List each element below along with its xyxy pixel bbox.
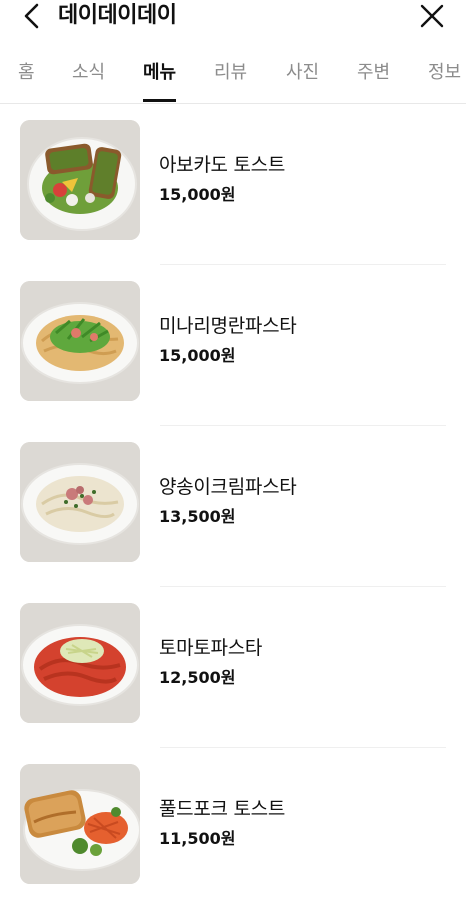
menu-item-photo <box>20 442 140 562</box>
tab-label: 메뉴 <box>143 62 177 83</box>
menu-item-price: 15,000원 <box>159 346 236 365</box>
menu-item[interactable]: 아보카도 토스트 15,000원 <box>0 104 466 265</box>
avocado-toast-photo <box>20 120 140 240</box>
tab-label: 사진 <box>286 62 320 83</box>
active-tab-indicator <box>143 99 177 102</box>
page-title: 데이데이데이 <box>58 3 177 28</box>
tab-reviews[interactable]: 리뷰 <box>214 60 247 104</box>
tab-info[interactable]: 정보 <box>428 60 461 104</box>
tab-label: 주변 <box>357 62 391 83</box>
menu-item-name: 미나리명란파스타 <box>159 315 297 337</box>
pulled-pork-toast-photo <box>20 764 140 884</box>
menu-item-name: 양송이크림파스타 <box>159 476 297 498</box>
cream-pasta-photo <box>20 442 140 562</box>
tab-label: 소식 <box>72 62 106 83</box>
chevron-left-icon <box>24 3 39 29</box>
tab-label: 홈 <box>18 62 35 83</box>
menu-item[interactable]: 토마토파스타 12,500원 <box>0 587 466 748</box>
menu-item-photo <box>20 281 140 401</box>
top-bar: 데이데이데이 <box>0 0 466 34</box>
close-button[interactable] <box>414 0 450 32</box>
menu-item-photo <box>20 764 140 884</box>
close-icon <box>420 4 444 28</box>
menu-item-photo <box>20 603 140 723</box>
tab-bar: 홈 소식 메뉴 리뷰 사진 주변 정보 <box>0 48 466 104</box>
menu-item-name: 토마토파스타 <box>159 637 263 659</box>
menu-item-name: 풀드포크 토스트 <box>159 798 286 820</box>
menu-item[interactable]: 양송이크림파스타 13,500원 <box>0 426 466 587</box>
menu-item-price: 12,500원 <box>159 668 236 687</box>
tab-home[interactable]: 홈 <box>18 60 35 104</box>
menu-list: 아보카도 토스트 15,000원 미나리명란파스타 15,000원 양송이크림파… <box>0 104 466 909</box>
menu-item-price: 13,500원 <box>159 507 236 526</box>
menu-item-name: 아보카도 토스트 <box>159 154 286 176</box>
tab-news[interactable]: 소식 <box>72 60 105 104</box>
menu-item-photo <box>20 120 140 240</box>
tab-menu[interactable]: 메뉴 <box>143 60 177 104</box>
tab-label: 리뷰 <box>214 62 248 83</box>
back-button[interactable] <box>14 0 50 32</box>
tab-nearby[interactable]: 주변 <box>357 60 390 104</box>
tab-label: 정보 <box>428 62 462 83</box>
menu-item[interactable]: 풀드포크 토스트 11,500원 <box>0 748 466 909</box>
tomato-pasta-photo <box>20 603 140 723</box>
menu-item[interactable]: 미나리명란파스타 15,000원 <box>0 265 466 426</box>
tab-photos[interactable]: 사진 <box>286 60 319 104</box>
menu-item-price: 11,500원 <box>159 829 236 848</box>
minari-pasta-photo <box>20 281 140 401</box>
menu-item-price: 15,000원 <box>159 185 236 204</box>
